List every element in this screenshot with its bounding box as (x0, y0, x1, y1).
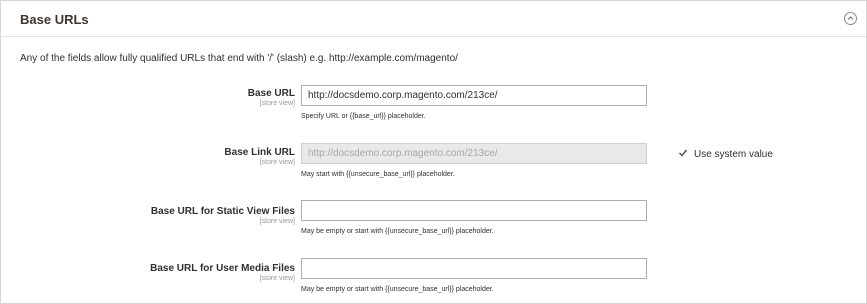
base-urls-panel: Base URLs Any of the fields allow fully … (0, 0, 867, 304)
section-header[interactable]: Base URLs (1, 1, 866, 37)
check-icon[interactable] (678, 148, 688, 158)
use-system-value-checkbox[interactable]: Use system value (678, 148, 773, 160)
static-view-files-note: May be empty or start with {{unsecure_ba… (301, 228, 494, 235)
base-link-url-note: May start with {{unsecure_base_url}} pla… (301, 171, 455, 178)
static-view-files-label: Base URL for Static View Files (150, 206, 295, 217)
base-url-input[interactable]: http://docsdemo.corp.magento.com/213ce/ (301, 85, 647, 106)
use-system-value-label: Use system value (694, 149, 773, 160)
base-url-label: Base URL (247, 88, 295, 99)
section-description: Any of the fields allow fully qualified … (20, 53, 458, 64)
user-media-files-label-group: Base URL for User Media Files [store vie… (150, 263, 295, 282)
base-link-url-scope: [store view] (259, 159, 295, 166)
static-view-files-scope: [store view] (259, 218, 295, 225)
section-title: Base URLs (20, 12, 89, 27)
base-link-url-label: Base Link URL (224, 147, 295, 158)
chevron-up-circle-icon[interactable] (844, 12, 857, 25)
user-media-files-label: Base URL for User Media Files (150, 263, 295, 274)
static-view-files-label-group: Base URL for Static View Files [store vi… (151, 206, 295, 225)
base-url-scope: [store view] (259, 100, 295, 107)
static-view-files-input[interactable] (301, 200, 647, 221)
base-url-note: Specify URL or {{base_url}} placeholder. (301, 113, 426, 120)
base-url-label-group: Base URL [store view] (248, 88, 295, 107)
user-media-files-note: May be empty or start with {{unsecure_ba… (301, 286, 494, 293)
user-media-files-scope: [store view] (259, 275, 295, 282)
user-media-files-input[interactable] (301, 258, 647, 279)
base-link-url-input[interactable]: http://docsdemo.corp.magento.com/213ce/ (301, 143, 647, 164)
base-link-url-label-group: Base Link URL [store view] (224, 147, 295, 166)
